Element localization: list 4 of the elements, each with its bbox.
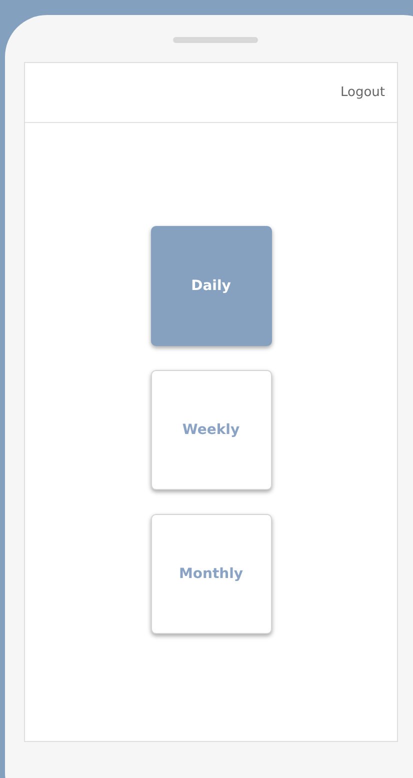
period-option-button[interactable]: Weekly: [150, 370, 272, 490]
period-option-button[interactable]: Daily: [150, 226, 272, 346]
period-option-button[interactable]: Monthly: [150, 514, 272, 634]
logout-link[interactable]: Logout: [338, 83, 387, 102]
